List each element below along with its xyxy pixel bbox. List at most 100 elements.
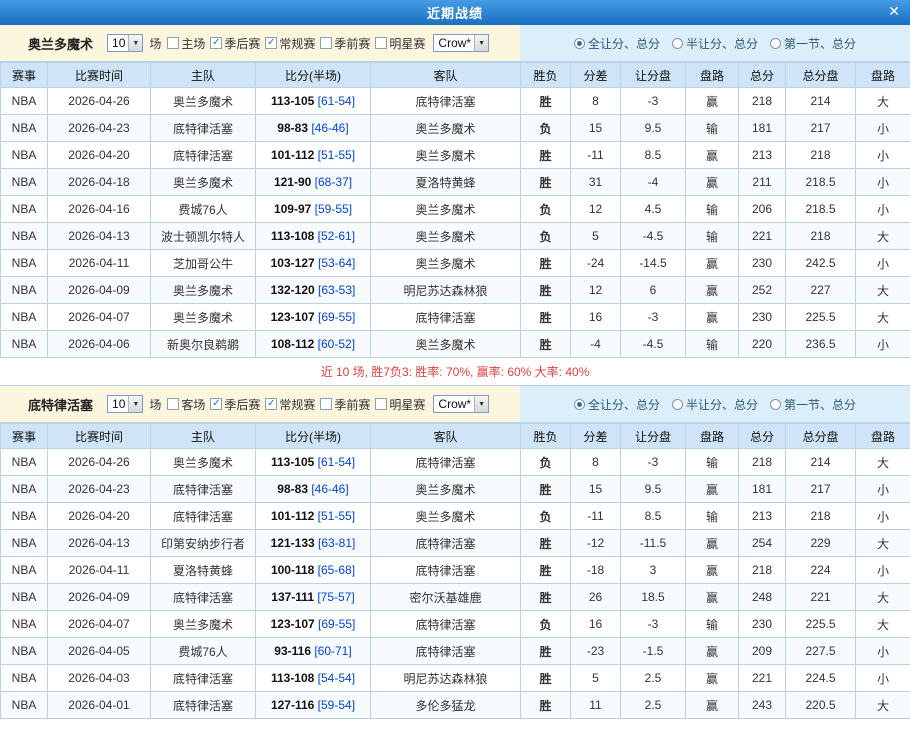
- filter-checkbox-明星赛[interactable]: 明星赛: [375, 35, 425, 52]
- checkbox-checked-icon[interactable]: ✓: [210, 37, 222, 49]
- filter-checkbox-明星赛[interactable]: 明星赛: [375, 396, 425, 413]
- score-halftime: [52-61]: [314, 229, 355, 243]
- cell-score: 113-108 [54-54]: [256, 665, 371, 692]
- score-full: 121-90: [274, 175, 311, 189]
- cell-home-team: 奥兰多魔术: [151, 304, 256, 331]
- cell-handicap-result: 赢: [686, 665, 739, 692]
- radio-selected-icon[interactable]: [574, 399, 585, 410]
- filter-checkbox-季后赛[interactable]: ✓季后赛: [210, 35, 260, 52]
- col-header-away: 客队: [371, 63, 521, 88]
- col-header-diff: 分差: [571, 424, 621, 449]
- checkbox-checked-icon[interactable]: ✓: [265, 37, 277, 49]
- cell-handicap-line: -3: [621, 611, 686, 638]
- cell-over-under-result: 小: [856, 638, 910, 665]
- cell-handicap-line: -4: [621, 169, 686, 196]
- cell-date: 2026-04-23: [48, 115, 151, 142]
- checkbox-unchecked-icon[interactable]: [375, 398, 387, 410]
- cell-away-team: 底特律活塞: [371, 304, 521, 331]
- radio-icon[interactable]: [672, 38, 683, 49]
- cell-point-diff: -18: [571, 557, 621, 584]
- cell-total-points: 230: [739, 250, 786, 277]
- cell-home-team: 奥兰多魔术: [151, 277, 256, 304]
- filter-checkbox-客场[interactable]: 客场: [167, 396, 205, 413]
- checkbox-checked-icon[interactable]: ✓: [210, 398, 222, 410]
- filter-checkbox-季前赛[interactable]: 季前赛: [320, 35, 370, 52]
- col-header-total: 总分: [739, 424, 786, 449]
- filter-checkbox-季后赛[interactable]: ✓季后赛: [210, 396, 260, 413]
- checkbox-unchecked-icon[interactable]: [320, 398, 332, 410]
- filter-checkbox-季前赛[interactable]: 季前赛: [320, 396, 370, 413]
- bookmaker-value: Crow*: [438, 397, 474, 411]
- match-count-select[interactable]: 10▼: [107, 34, 143, 52]
- cell-over-under-result: 小: [856, 142, 910, 169]
- col-header-league: 赛事: [1, 424, 48, 449]
- filter-checkbox-常规赛[interactable]: ✓常规赛: [265, 396, 315, 413]
- cell-home-team: 奥兰多魔术: [151, 449, 256, 476]
- odds-type-radio-半让分、总分[interactable]: 半让分、总分: [672, 396, 758, 413]
- bookmaker-select[interactable]: Crow*▼: [433, 395, 489, 413]
- cell-home-team: 印第安纳步行者: [151, 530, 256, 557]
- radio-selected-icon[interactable]: [574, 38, 585, 49]
- odds-type-radio-第一节、总分[interactable]: 第一节、总分: [770, 396, 856, 413]
- game-row: NBA2026-04-23底特律活塞98-83 [46-46]奥兰多魔术负159…: [1, 115, 910, 142]
- radio-icon[interactable]: [770, 38, 781, 49]
- cell-point-diff: 12: [571, 196, 621, 223]
- cell-point-diff: 12: [571, 277, 621, 304]
- odds-type-radio-全让分、总分[interactable]: 全让分、总分: [574, 396, 660, 413]
- dialog-title: 近期战绩: [427, 3, 483, 22]
- cell-handicap-result: 输: [686, 611, 739, 638]
- checkbox-unchecked-icon[interactable]: [320, 37, 332, 49]
- score-full: 123-107: [271, 617, 315, 631]
- cell-total-line: 236.5: [786, 331, 856, 358]
- radio-icon[interactable]: [672, 399, 683, 410]
- cell-score: 123-107 [69-55]: [256, 611, 371, 638]
- cell-win-loss: 胜: [521, 530, 571, 557]
- col-header-handicap: 让分盘: [621, 63, 686, 88]
- score-halftime: [63-53]: [315, 283, 356, 297]
- checkbox-unchecked-icon[interactable]: [167, 398, 179, 410]
- chevron-down-icon: ▼: [128, 396, 142, 412]
- filter-checkbox-常规赛[interactable]: ✓常规赛: [265, 35, 315, 52]
- cell-score: 101-112 [51-55]: [256, 142, 371, 169]
- cell-date: 2026-04-18: [48, 169, 151, 196]
- col-header-total-line: 总分盘: [786, 424, 856, 449]
- cell-win-loss: 胜: [521, 142, 571, 169]
- cell-handicap-line: -4.5: [621, 223, 686, 250]
- cell-win-loss: 胜: [521, 476, 571, 503]
- odds-type-radio-全让分、总分[interactable]: 全让分、总分: [574, 35, 660, 52]
- cell-handicap-result: 赢: [686, 169, 739, 196]
- cell-win-loss: 胜: [521, 250, 571, 277]
- score-full: 113-105: [271, 455, 314, 469]
- games-unit-label: 场: [149, 396, 161, 413]
- cell-total-points: 181: [739, 115, 786, 142]
- cell-handicap-line: -14.5: [621, 250, 686, 277]
- cell-over-under-result: 小: [856, 557, 910, 584]
- cell-handicap-result: 输: [686, 503, 739, 530]
- filter-checkbox-主场[interactable]: 主场: [167, 35, 205, 52]
- cell-home-team: 奥兰多魔术: [151, 88, 256, 115]
- cell-league: NBA: [1, 665, 48, 692]
- checkbox-checked-icon[interactable]: ✓: [265, 398, 277, 410]
- odds-type-radio-半让分、总分[interactable]: 半让分、总分: [672, 35, 758, 52]
- cell-win-loss: 负: [521, 115, 571, 142]
- cell-date: 2026-04-01: [48, 692, 151, 719]
- cell-league: NBA: [1, 611, 48, 638]
- cell-total-points: 206: [739, 196, 786, 223]
- checkbox-unchecked-icon[interactable]: [167, 37, 179, 49]
- cell-total-points: 221: [739, 223, 786, 250]
- col-header-away: 客队: [371, 424, 521, 449]
- cell-win-loss: 胜: [521, 557, 571, 584]
- bookmaker-select[interactable]: Crow*▼: [433, 34, 489, 52]
- odds-type-radio-第一节、总分[interactable]: 第一节、总分: [770, 35, 856, 52]
- cell-away-team: 奥兰多魔术: [371, 115, 521, 142]
- radio-icon[interactable]: [770, 399, 781, 410]
- cell-away-team: 奥兰多魔术: [371, 331, 521, 358]
- checkbox-unchecked-icon[interactable]: [375, 37, 387, 49]
- match-count-select[interactable]: 10▼: [107, 395, 143, 413]
- cell-away-team: 奥兰多魔术: [371, 196, 521, 223]
- game-row: NBA2026-04-26奥兰多魔术113-105 [61-54]底特律活塞负8…: [1, 449, 910, 476]
- game-row: NBA2026-04-05费城76人93-116 [60-71]底特律活塞胜-2…: [1, 638, 910, 665]
- close-icon[interactable]: ✕: [888, 4, 900, 18]
- cell-win-loss: 胜: [521, 304, 571, 331]
- cell-point-diff: 8: [571, 449, 621, 476]
